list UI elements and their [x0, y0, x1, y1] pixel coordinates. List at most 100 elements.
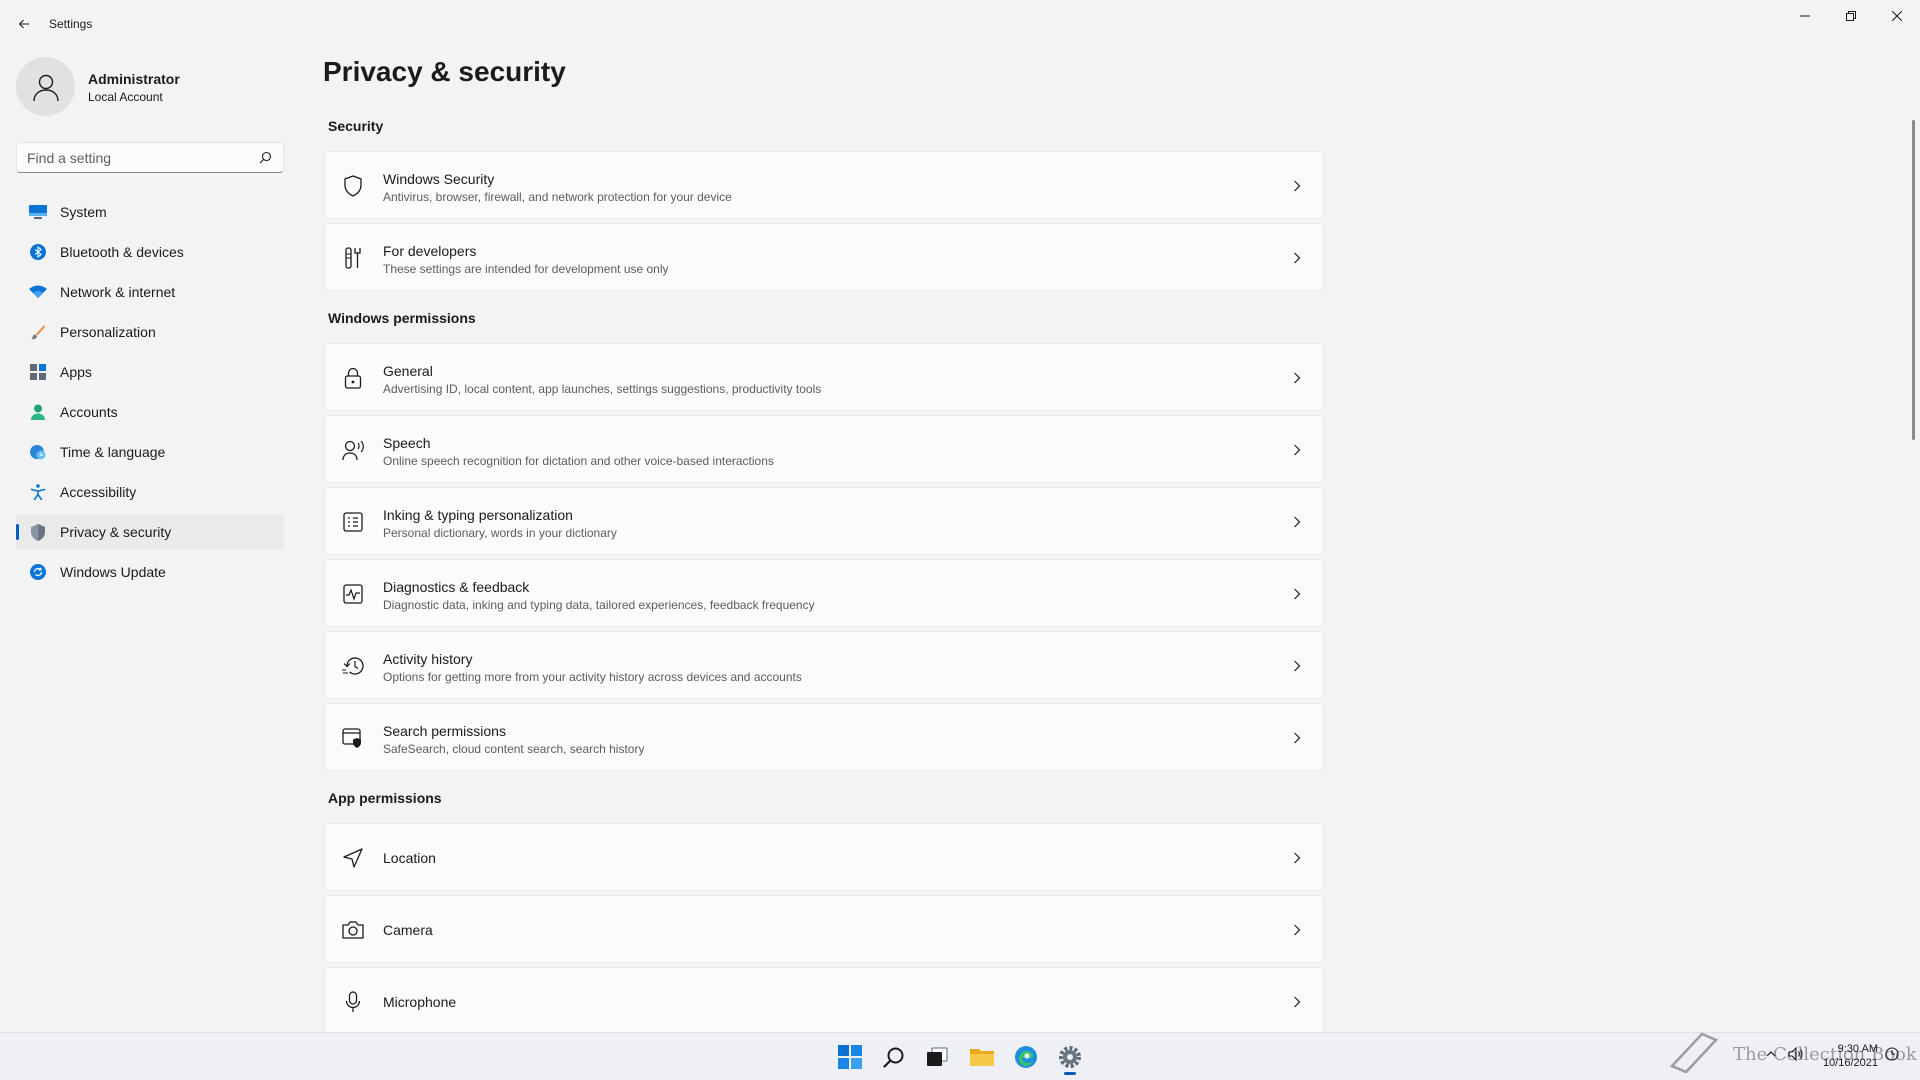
- file-explorer-button[interactable]: [962, 1037, 1002, 1077]
- card-for-developers[interactable]: For developers These settings are intend…: [324, 223, 1324, 291]
- card-subtitle: Advertising ID, local content, app launc…: [383, 382, 822, 396]
- update-icon: [28, 562, 48, 582]
- taskbar-search-button[interactable]: [874, 1037, 914, 1077]
- card-windows-security[interactable]: Windows Security Antivirus, browser, fir…: [324, 151, 1324, 219]
- tray-clock[interactable]: 9:30 AM 10/16/2021: [1822, 1042, 1878, 1070]
- card-title: General: [383, 363, 433, 379]
- person-icon: [28, 402, 48, 422]
- section-title-security: Security: [328, 118, 384, 134]
- restore-button[interactable]: [1828, 0, 1874, 32]
- shield-outline-icon: [341, 174, 365, 198]
- card-camera[interactable]: Camera: [324, 895, 1324, 963]
- card-subtitle: Diagnostic data, inking and typing data,…: [383, 598, 815, 612]
- tray-time: 9:30 AM: [1837, 1043, 1878, 1055]
- sidebar-item-system[interactable]: System: [16, 194, 284, 230]
- minimize-button[interactable]: [1782, 0, 1828, 32]
- task-view-icon: [927, 1047, 948, 1066]
- person-outline-icon: [32, 74, 59, 101]
- card-speech[interactable]: Speech Online speech recognition for dic…: [324, 415, 1324, 483]
- card-title: Activity history: [383, 651, 473, 667]
- card-subtitle: Online speech recognition for dictation …: [383, 454, 774, 468]
- chevron-right-icon: [1287, 920, 1307, 940]
- search-icon[interactable]: [257, 150, 273, 166]
- chevron-right-icon: [1287, 728, 1307, 748]
- card-activity-history[interactable]: Activity history Options for getting mor…: [324, 631, 1324, 699]
- settings-taskbar-button[interactable]: [1050, 1037, 1090, 1077]
- vertical-scrollbar[interactable]: [1912, 120, 1915, 440]
- sidebar-item-bluetooth[interactable]: Bluetooth & devices: [16, 234, 284, 270]
- close-button[interactable]: [1874, 0, 1920, 32]
- chevron-right-icon: [1287, 584, 1307, 604]
- card-subtitle: SafeSearch, cloud content search, search…: [383, 742, 645, 756]
- sidebar-item-network[interactable]: Network & internet: [16, 274, 284, 310]
- profile-name: Administrator: [88, 71, 180, 87]
- accessibility-icon: [28, 482, 48, 502]
- tray-overflow-button[interactable]: [1763, 1046, 1779, 1062]
- chevron-right-icon: [1287, 248, 1307, 268]
- profile-account-type: Local Account: [88, 90, 163, 104]
- sidebar-item-label: Network & internet: [60, 284, 176, 300]
- location-icon: [341, 846, 365, 870]
- folder-icon: [970, 1049, 994, 1066]
- diagnostics-icon: [341, 582, 365, 606]
- close-icon: [1892, 11, 1902, 21]
- brush-icon: [28, 322, 48, 342]
- microphone-icon: [341, 990, 365, 1014]
- edge-browser-button[interactable]: [1006, 1037, 1046, 1077]
- gear-icon: [1059, 1046, 1081, 1068]
- user-profile[interactable]: Administrator Local Account: [16, 57, 286, 117]
- sidebar-item-apps[interactable]: Apps: [16, 354, 284, 390]
- notification-icon: [1885, 1047, 1899, 1061]
- bluetooth-icon: [28, 242, 48, 262]
- card-microphone[interactable]: Microphone: [324, 967, 1324, 1032]
- card-location[interactable]: Location: [324, 823, 1324, 891]
- section-title-app-permissions: App permissions: [328, 790, 442, 806]
- sidebar-item-windows-update[interactable]: Windows Update: [16, 554, 284, 590]
- card-inking-typing[interactable]: Inking & typing personalization Personal…: [324, 487, 1324, 555]
- page-title: Privacy & security: [323, 56, 566, 87]
- volume-button[interactable]: [1786, 1044, 1806, 1064]
- search-icon: [883, 1047, 904, 1068]
- card-title: Search permissions: [383, 723, 506, 739]
- chevron-right-icon: [1287, 992, 1307, 1012]
- card-subtitle: Antivirus, browser, firewall, and networ…: [383, 190, 732, 204]
- card-subtitle: Personal dictionary, words in your dicti…: [383, 526, 617, 540]
- chevron-right-icon: [1287, 656, 1307, 676]
- camera-icon: [341, 918, 365, 942]
- sidebar-item-label: Accounts: [60, 404, 118, 420]
- sidebar-item-personalization[interactable]: Personalization: [16, 314, 284, 350]
- card-subtitle: These settings are intended for developm…: [383, 262, 669, 276]
- sidebar-item-label: Time & language: [60, 444, 166, 460]
- card-title: Camera: [383, 922, 433, 938]
- chevron-right-icon: [1287, 368, 1307, 388]
- notification-button[interactable]: [1884, 1046, 1900, 1062]
- task-view-button[interactable]: [917, 1037, 957, 1077]
- sidebar-item-label: Windows Update: [60, 564, 166, 580]
- search-input[interactable]: [27, 149, 257, 166]
- card-diagnostics-feedback[interactable]: Diagnostics & feedback Diagnostic data, …: [324, 559, 1324, 627]
- app-title: Settings: [49, 17, 93, 31]
- sidebar-item-time-language[interactable]: Time & language: [16, 434, 284, 470]
- taskbar: [0, 1032, 1920, 1080]
- card-general[interactable]: General Advertising ID, local content, a…: [324, 343, 1324, 411]
- back-button[interactable]: [12, 12, 36, 36]
- speaker-icon: [1788, 1047, 1803, 1061]
- sidebar-item-label: Personalization: [60, 324, 156, 340]
- chevron-right-icon: [1287, 440, 1307, 460]
- start-button[interactable]: [830, 1037, 870, 1077]
- shield-icon: [28, 522, 48, 542]
- sidebar-item-privacy-security[interactable]: Privacy & security: [16, 514, 284, 550]
- sidebar-item-accounts[interactable]: Accounts: [16, 394, 284, 430]
- search-box[interactable]: [16, 142, 284, 173]
- sidebar-item-accessibility[interactable]: Accessibility: [16, 474, 284, 510]
- chevron-right-icon: [1287, 512, 1307, 532]
- card-search-permissions[interactable]: Search permissions SafeSearch, cloud con…: [324, 703, 1324, 771]
- chevron-right-icon: [1287, 176, 1307, 196]
- dictionary-icon: [341, 510, 365, 534]
- sidebar-nav: System Bluetooth & devices Network & int…: [16, 194, 284, 594]
- minimize-icon: [1800, 15, 1810, 17]
- card-title: Diagnostics & feedback: [383, 579, 530, 595]
- card-subtitle: Options for getting more from your activ…: [383, 670, 802, 684]
- lock-icon: [341, 366, 365, 390]
- windows-logo-icon: [838, 1045, 862, 1069]
